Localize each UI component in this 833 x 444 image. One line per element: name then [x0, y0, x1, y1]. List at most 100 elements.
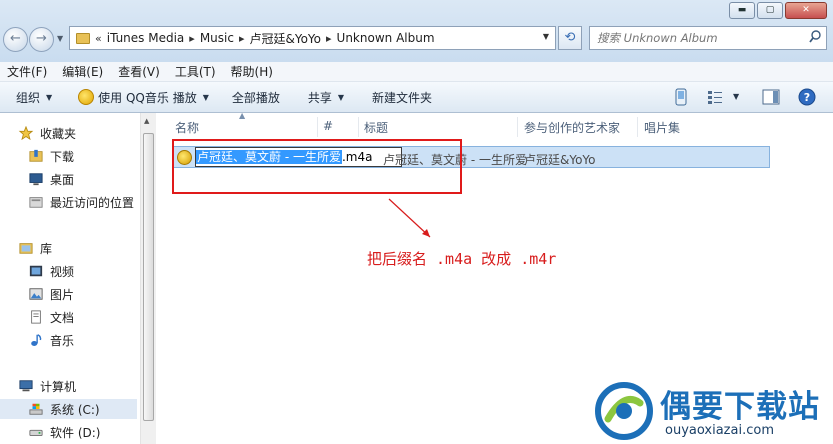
watermark-logo-icon — [595, 382, 653, 440]
annotation-arrow — [388, 198, 431, 238]
breadcrumb-overflow[interactable]: « — [95, 32, 102, 45]
play-with-qq-button[interactable]: 使用 QQ音乐 播放 ▼ — [78, 89, 209, 106]
maximize-button[interactable]: ▢ — [757, 2, 783, 19]
organize-label: 组织 — [16, 90, 41, 105]
recent-places-icon — [29, 197, 43, 208]
column-header-name[interactable]: 名称 — [175, 119, 199, 136]
sidebar-item-libraries[interactable]: 库 — [18, 238, 52, 258]
preview-pane-icon[interactable] — [762, 88, 780, 106]
sidebar-item-label: 收藏夹 — [40, 126, 77, 141]
video-icon — [29, 265, 43, 277]
address-dropdown-icon[interactable]: ▼ — [543, 32, 549, 41]
navigation-pane: 收藏夹 下载 桌面 最近访问的位置 库 视频 图片 文档 音乐 计算机 系统 (… — [0, 113, 140, 444]
column-divider[interactable] — [358, 117, 359, 137]
refresh-button[interactable]: ⟲ — [558, 26, 582, 50]
menu-tools[interactable]: 工具(T) — [168, 63, 224, 80]
sidebar-item-videos[interactable]: 视频 — [28, 261, 74, 281]
svg-text:?: ? — [804, 91, 810, 104]
title-bar: ▬ ▢ ✕ ← → ▼ « iTunes Media ▸ Music ▸ 卢冠廷… — [0, 0, 833, 62]
qq-music-icon — [78, 89, 95, 105]
sidebar-item-desktop[interactable]: 桌面 — [28, 169, 74, 189]
sidebar-item-drive-c[interactable]: 系统 (C:) — [0, 399, 137, 419]
sidebar-item-computer[interactable]: 计算机 — [18, 376, 76, 396]
scrollbar-thumb[interactable] — [143, 133, 154, 421]
column-divider[interactable] — [517, 117, 518, 137]
device-icon[interactable] — [672, 88, 690, 106]
column-divider[interactable] — [317, 117, 318, 137]
forward-button[interactable]: → — [29, 27, 54, 52]
sidebar-item-label: 计算机 — [40, 379, 77, 394]
sidebar-item-downloads[interactable]: 下载 — [28, 146, 74, 166]
minimize-button[interactable]: ▬ — [729, 2, 755, 19]
menu-file[interactable]: 文件(F) — [0, 63, 55, 80]
sidebar-item-label: 视频 — [50, 264, 75, 279]
highlight-box — [172, 139, 462, 194]
chevron-right-icon[interactable]: ▸ — [239, 32, 245, 45]
sort-ascending-icon: ▲ — [239, 111, 246, 120]
search-box[interactable] — [589, 26, 827, 50]
help-icon[interactable]: ? — [798, 88, 816, 106]
recent-pages-dropdown-icon[interactable]: ▼ — [57, 34, 63, 43]
address-bar[interactable]: « iTunes Media ▸ Music ▸ 卢冠廷&YoYo ▸ Unkn… — [69, 26, 556, 50]
menu-bar: 文件(F) 编辑(E) 查看(V) 工具(T) 帮助(H) — [0, 62, 833, 82]
sidebar-item-drive-d[interactable]: 软件 (D:) — [28, 422, 100, 442]
folder-icon — [76, 32, 90, 44]
column-divider[interactable] — [637, 117, 638, 137]
watermark-url: ouyaoxiazai.com — [665, 423, 774, 438]
close-button[interactable]: ✕ — [785, 2, 827, 19]
sidebar-item-label: 系统 (C:) — [50, 402, 100, 417]
breadcrumb-album[interactable]: Unknown Album — [337, 31, 435, 45]
drive-icon — [29, 429, 43, 436]
menu-edit[interactable]: 编辑(E) — [55, 63, 111, 80]
view-options-icon[interactable] — [706, 88, 724, 106]
chevron-down-icon: ▼ — [46, 92, 53, 102]
annotation-text: 把后缀名 .m4a 改成 .m4r — [367, 250, 557, 268]
sidebar-item-favorites[interactable]: 收藏夹 — [18, 123, 76, 143]
file-artist: 卢冠廷&YoYo — [524, 153, 596, 167]
sidebar-item-label: 最近访问的位置 — [50, 195, 135, 210]
sidebar-item-documents[interactable]: 文档 — [28, 307, 74, 327]
column-header-artist[interactable]: 参与创作的艺术家 — [524, 119, 620, 136]
organize-button[interactable]: 组织 ▼ — [16, 89, 52, 106]
chevron-right-icon[interactable]: ▸ — [326, 32, 332, 45]
menu-view[interactable]: 查看(V) — [111, 63, 168, 80]
sidebar-item-recent[interactable]: 最近访问的位置 — [28, 192, 134, 212]
sidebar-item-label: 图片 — [50, 287, 75, 302]
breadcrumb-music[interactable]: Music — [200, 31, 234, 45]
sidebar-item-label: 下载 — [50, 149, 75, 164]
sidebar-item-label: 软件 (D:) — [50, 425, 101, 440]
picture-icon — [29, 288, 43, 300]
sidebar-item-music[interactable]: 音乐 — [28, 330, 74, 350]
view-dropdown-icon[interactable]: ▼ — [733, 92, 739, 101]
search-input[interactable] — [590, 27, 795, 49]
search-icon[interactable] — [809, 30, 821, 44]
sidebar-item-label: 库 — [40, 241, 53, 256]
download-folder-icon — [29, 149, 43, 162]
share-label: 共享 — [307, 90, 332, 105]
library-icon — [19, 243, 33, 254]
window-controls: ▬ ▢ ✕ — [729, 2, 827, 19]
scroll-up-icon[interactable]: ▲ — [144, 117, 149, 125]
column-header-album[interactable]: 唱片集 — [644, 119, 680, 136]
column-header-title[interactable]: 标题 — [364, 119, 388, 136]
share-button[interactable]: 共享 ▼ — [308, 89, 344, 106]
document-icon — [31, 310, 41, 324]
sidebar-item-pictures[interactable]: 图片 — [28, 284, 74, 304]
sidebar-item-label: 音乐 — [50, 333, 75, 348]
back-button[interactable]: ← — [3, 27, 28, 52]
new-folder-button[interactable]: 新建文件夹 — [372, 89, 432, 106]
watermark-logo: 偶要下载站 ouyaoxiazai.com — [588, 377, 833, 444]
breadcrumb-artist[interactable]: 卢冠廷&YoYo — [250, 30, 322, 47]
chevron-right-icon[interactable]: ▸ — [189, 32, 195, 45]
chevron-down-icon: ▼ — [202, 92, 209, 102]
column-header-number[interactable]: # — [323, 119, 333, 133]
sidebar-item-label: 桌面 — [50, 172, 75, 187]
sidebar-scrollbar[interactable]: ▲ — [140, 113, 156, 444]
computer-icon — [19, 380, 33, 392]
system-drive-icon — [29, 403, 43, 415]
breadcrumb-itunes-media[interactable]: iTunes Media — [107, 31, 185, 45]
menu-help[interactable]: 帮助(H) — [224, 63, 281, 80]
play-all-button[interactable]: 全部播放 — [232, 89, 280, 106]
watermark-title: 偶要下载站 — [660, 389, 820, 425]
sidebar-item-label: 文档 — [50, 310, 75, 325]
